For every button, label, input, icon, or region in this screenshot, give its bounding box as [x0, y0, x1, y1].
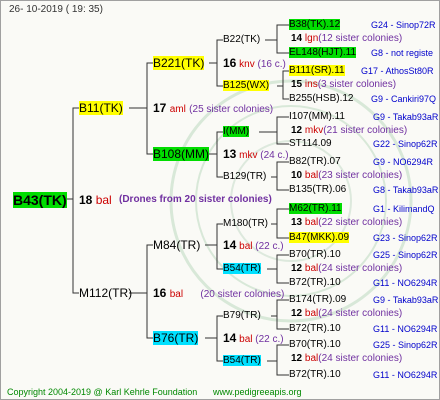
b11-node[interactable]: B11(TK): [79, 101, 123, 115]
g4-b72b-node[interactable]: B72(TR).10: [289, 323, 341, 335]
b11-info: 17 aml (25 sister colonies): [153, 101, 274, 115]
g4-b38-node[interactable]: B38(TK).12: [289, 19, 341, 31]
m180-node[interactable]: M180(TR): [223, 218, 268, 230]
g4-b174-node[interactable]: B174(TR).09: [289, 294, 346, 306]
g4-i107-node[interactable]: I107(MM).11: [289, 111, 345, 123]
g4-b255-code: G9 - Cankiri97Q: [371, 94, 437, 104]
g4-b135-code: G8 - Takab93aR: [373, 185, 439, 195]
g4-i107-code: G9 - Takab93aR: [373, 112, 439, 122]
g4-m62-code: G1 - KilimandQ: [373, 204, 435, 214]
g4-el148-code: G8 - not registe: [371, 48, 434, 58]
b221-node[interactable]: B221(TK): [153, 56, 205, 70]
m84-node[interactable]: M84(TR): [153, 238, 200, 252]
m112-node[interactable]: M112(TR): [79, 286, 132, 300]
g4-b70b-node[interactable]: B70(TR).10: [289, 339, 341, 351]
g4-lgn-info: 14 lgn(12 sister colonies): [291, 33, 403, 44]
b125-node[interactable]: B125(WX): [223, 80, 270, 92]
g4-bal10-info: 10 bal(23 sister colonies): [291, 170, 403, 181]
g4-b82-node[interactable]: B82(TR).07: [289, 156, 341, 168]
g4-b70a-code: G25 - Sinop62R: [373, 250, 438, 260]
b22-node[interactable]: B22(TK): [223, 34, 260, 46]
g4-b255-node[interactable]: B255(HSB).12: [289, 93, 353, 105]
g4-b38-code: G24 - Sinop72R: [371, 20, 436, 30]
g4-b72c-code: G11 - NO6294R: [373, 370, 438, 380]
g4-el148-node[interactable]: EL148(HJT).11: [289, 47, 357, 59]
b108-node[interactable]: B108(MM): [153, 147, 210, 161]
g4-b82-code: G9 - NO6294R: [373, 157, 434, 167]
b54a-node[interactable]: B54(TR): [223, 263, 261, 275]
g4-b47-node[interactable]: B47(MKK).09: [289, 232, 350, 244]
g4-b135-node[interactable]: B135(TR).06: [289, 184, 346, 196]
g4-b111-node[interactable]: B111(SR).11: [289, 65, 345, 77]
g4-bal13-info: 13 bal(22 sister colonies): [291, 217, 403, 228]
g4-ins-info: 15 ins(3 sister colonies): [291, 79, 397, 90]
g4-st114-node[interactable]: ST114.09: [289, 138, 332, 150]
g4-st114-code: G22 - Sinop62R: [373, 139, 438, 149]
g4-b111-code: G17 - AthosSt80R: [361, 66, 434, 76]
g4-mkv-info: 12 mkv(21 sister colonies): [291, 125, 408, 136]
g4-bal12c-info: 12 bal(24 sister colonies): [291, 353, 403, 364]
b76-node[interactable]: B76(TR): [153, 331, 199, 345]
i-mm-node[interactable]: I(MM): [223, 126, 250, 138]
g4-bal12b-info: 12 bal(24 sister colonies): [291, 308, 403, 319]
footer-site-link[interactable]: www.pedigreeapis.org: [213, 386, 302, 398]
g4-b174-code: G9 - Takab93aR: [373, 295, 439, 305]
g4-b72c-node[interactable]: B72(TR).10: [289, 369, 341, 381]
m84-info: 14 bal (22 c.): [223, 238, 284, 252]
g4-b72b-code: G11 - NO6294R: [373, 324, 438, 334]
b129-node[interactable]: B129(TR): [223, 171, 266, 183]
g4-b72a-node[interactable]: B72(TR).10: [289, 277, 341, 289]
footer-copyright: Copyright 2004-2019 @ Karl Kehrle Founda…: [7, 387, 198, 397]
root-info: 18 bal: [79, 193, 112, 207]
g4-b72a-code: G11 - NO6294R: [373, 278, 438, 288]
root-node[interactable]: B43(TK): [13, 192, 67, 208]
g4-b70b-code: G25 - Sinop62R: [373, 340, 438, 350]
b221-info: 16 knv (16 c.): [223, 56, 286, 70]
g4-bal12a-info: 12 bal(24 sister colonies): [291, 263, 403, 274]
m112-info: 16 bal (20 sister colonies): [153, 286, 285, 300]
b76-info: 14 bal (22 c.): [223, 331, 284, 345]
g4-b70a-node[interactable]: B70(TR).10: [289, 249, 341, 261]
b54b-node[interactable]: B54(TR): [223, 355, 261, 367]
b108-info: 13 mkv (24 c.): [223, 147, 289, 161]
g4-b47-code: G23 - Sinop62R: [373, 233, 438, 243]
root-name: B43(TK): [13, 192, 67, 208]
g4-m62-node[interactable]: M62(TR).11: [289, 203, 342, 215]
root-drones-note: (Drones from 20 sister colonies): [119, 194, 272, 205]
pedigree-diagram: 26- 10-2019 ( 19: 35) B43(TK) 18 bal (Dr…: [0, 0, 440, 400]
b79-node[interactable]: B79(TR): [223, 310, 261, 322]
